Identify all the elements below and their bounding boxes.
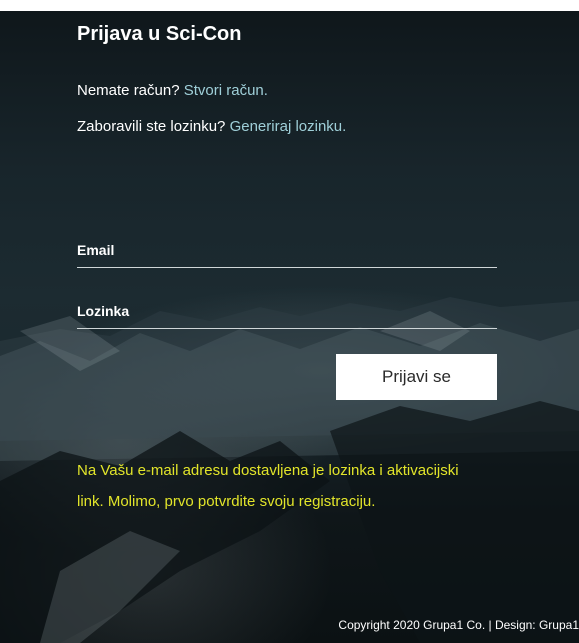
forgot-password-prompt: Zaboravili ste lozinku? xyxy=(77,118,226,135)
page-title: Prijava u Sci-Con xyxy=(77,23,242,45)
activation-notice: Na Vašu e-mail adresu dostavljena je loz… xyxy=(77,462,459,510)
password-field[interactable] xyxy=(77,305,501,329)
register-line: Nemate račun? Stvori račun. xyxy=(77,82,268,99)
login-panel: Prijava u Sci-Con Nemate račun? Stvori r… xyxy=(0,11,579,643)
register-prompt: Nemate račun? xyxy=(77,82,180,99)
footer-copyright: Copyright 2020 Grupa1 Co. | Design: Grup… xyxy=(338,618,579,632)
email-field[interactable] xyxy=(77,244,501,268)
login-button[interactable]: Prijavi se xyxy=(336,354,497,400)
create-account-link[interactable]: Stvori račun. xyxy=(184,82,268,99)
email-underline xyxy=(77,267,497,268)
generate-password-link[interactable]: Generiraj lozinku. xyxy=(230,118,347,135)
password-underline xyxy=(77,328,497,329)
forgot-password-line: Zaboravili ste lozinku? Generiraj lozink… xyxy=(77,118,346,135)
